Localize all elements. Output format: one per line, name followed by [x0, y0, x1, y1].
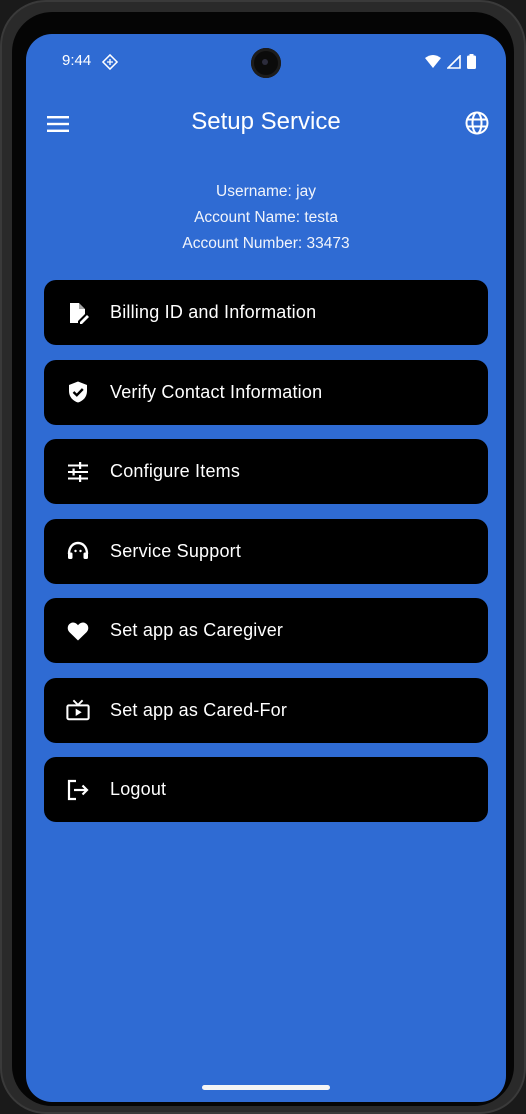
billing-info-label: Billing ID and Information — [110, 302, 317, 322]
status-icons — [425, 54, 476, 69]
front-camera — [251, 48, 281, 78]
service-support-label: Service Support — [110, 540, 242, 561]
globe-icon[interactable] — [464, 110, 490, 136]
status-bar: 9:44 — [26, 34, 506, 92]
account-info: Username: jay Account Name: testa Accoun… — [26, 179, 506, 257]
verify-contact-button[interactable]: Verify Contact Information — [44, 359, 488, 425]
service-support-button[interactable]: Service Support — [44, 518, 488, 584]
heart-icon — [66, 619, 90, 643]
app-screen: 9:44 Setup Service Username: jay Account… — [26, 34, 506, 1102]
shield-check-icon — [66, 380, 90, 404]
device-frame: 9:44 Setup Service Username: jay Account… — [0, 0, 526, 1114]
headset-icon — [66, 539, 90, 563]
account-name-text: Account Name: testa — [194, 209, 338, 226]
home-indicator[interactable] — [202, 1085, 330, 1090]
billing-info-button[interactable]: Billing ID and Information — [44, 280, 488, 345]
battery-icon — [467, 54, 476, 69]
verify-contact-label: Verify Contact Information — [110, 381, 323, 402]
page-title: Setup Service — [191, 108, 341, 135]
configure-items-label: Configure Items — [110, 461, 241, 481]
set-cared-for-label: Set app as Cared-For — [110, 699, 288, 720]
set-caregiver-label: Set app as Caregiver — [110, 620, 284, 640]
cell-signal-icon — [447, 54, 461, 69]
username-text: Username: jay — [216, 183, 316, 200]
wifi-icon — [425, 54, 441, 68]
sync-status-icon — [102, 54, 118, 70]
set-cared-for-button[interactable]: Set app as Cared-For — [44, 677, 488, 743]
sliders-icon — [66, 460, 90, 484]
set-caregiver-button[interactable]: Set app as Caregiver — [44, 598, 488, 663]
configure-items-button[interactable]: Configure Items — [44, 439, 488, 504]
app-bar: Setup Service — [26, 92, 506, 156]
status-time: 9:44 — [62, 52, 92, 69]
edit-document-icon — [66, 301, 90, 325]
logout-icon — [66, 778, 90, 802]
tv-play-icon — [66, 698, 90, 722]
logout-button[interactable]: Logout — [44, 757, 488, 822]
account-number-text: Account Number: 33473 — [182, 235, 350, 252]
menu-list: Billing ID and Information Verify Contac… — [44, 280, 488, 837]
logout-label: Logout — [110, 779, 167, 799]
